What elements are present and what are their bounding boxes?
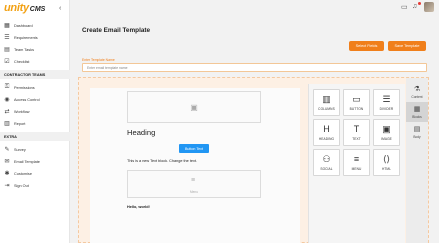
- sidebar-item-workflow[interactable]: ⇄ Workflow: [0, 106, 70, 117]
- sidebar-item-team-tasks[interactable]: ▤ Team Tasks: [0, 44, 70, 55]
- app-logo[interactable]: unity CMS: [4, 2, 45, 16]
- block-label: TEXT: [352, 137, 361, 141]
- section-extra: EXTRA: [0, 132, 70, 141]
- social-icon: ⚇: [322, 154, 331, 164]
- section-title: CONTRACTOR TEAMS: [4, 72, 46, 77]
- email-heading[interactable]: Heading: [127, 128, 155, 137]
- sidebar-item-sign-out[interactable]: ⇥ Sign Out: [0, 180, 70, 191]
- sidebar-item-customise[interactable]: ✱ Customise: [0, 168, 70, 179]
- body-icon: ▤: [413, 126, 421, 133]
- block-heading[interactable]: H HEADING: [313, 119, 340, 146]
- sidebar-item-label: Team Tasks: [14, 47, 34, 52]
- checklist-icon: ☑: [4, 59, 10, 65]
- email-button[interactable]: Button Text: [179, 144, 209, 153]
- block-label: MENU: [351, 167, 362, 171]
- tab-label: Content: [411, 95, 423, 99]
- content-icon: ⚗: [413, 86, 421, 93]
- logo-suffix: CMS: [29, 6, 46, 13]
- block-columns[interactable]: ▥ COLUMNS: [313, 89, 340, 116]
- blocks-icon: ▦: [413, 106, 421, 113]
- sidebar-item-label: Permissions: [14, 85, 35, 90]
- sidebar-item-label: Access Control: [14, 97, 40, 102]
- tab-blocks[interactable]: ▦ Blocks: [406, 102, 428, 122]
- tasks-icon: ▤: [4, 47, 10, 53]
- page-title: Create Email Template: [82, 27, 151, 34]
- sidebar-item-label: Dashboard: [14, 23, 33, 28]
- logo-main: unity: [4, 2, 29, 14]
- block-menu[interactable]: ≡ MENU: [343, 149, 370, 176]
- tab-label: Blocks: [412, 115, 422, 119]
- select-fields-button[interactable]: Select Fields: [349, 41, 384, 51]
- template-name-label: Enter Template Name: [82, 58, 115, 62]
- image-icon: ▣: [190, 102, 198, 112]
- access-control-icon: ◉: [4, 97, 10, 103]
- image-placeholder[interactable]: ▣: [127, 91, 261, 123]
- sidebar-item-access-control[interactable]: ◉ Access Control: [0, 94, 70, 105]
- sidebar: unity CMS ‹ ▦ Dashboard ☰ Requirements ▤…: [0, 0, 70, 243]
- sidebar-item-label: Customise: [14, 171, 32, 176]
- sidebar-item-label: Workflow: [14, 109, 30, 114]
- block-label: SOCIAL: [320, 167, 333, 171]
- sidebar-item-label: Checklist: [14, 59, 30, 64]
- block-label: IMAGE: [381, 137, 392, 141]
- block-image[interactable]: ▣ IMAGE: [373, 119, 400, 146]
- save-template-button[interactable]: Save Template: [388, 41, 426, 51]
- sidebar-item-email-template[interactable]: ✉ Email Template: [0, 156, 70, 167]
- image-icon: ▣: [382, 124, 391, 134]
- block-label: HTML: [381, 167, 392, 171]
- message-icon[interactable]: ▭: [401, 3, 408, 11]
- html-icon: ⟨⟩: [382, 154, 391, 164]
- template-name-input[interactable]: Enter email template name: [82, 63, 427, 72]
- sidebar-item-label: Report: [14, 121, 26, 126]
- block-social[interactable]: ⚇ SOCIAL: [313, 149, 340, 176]
- avatar[interactable]: [424, 2, 434, 12]
- sidebar-item-report[interactable]: ▥ Report: [0, 118, 70, 129]
- block-label: HEADING: [318, 137, 335, 141]
- email-hello-text[interactable]: Hello, world!: [127, 205, 150, 209]
- tab-body[interactable]: ▤ Body: [406, 122, 428, 142]
- tab-label: Body: [413, 135, 421, 139]
- requirements-icon: ☰: [4, 35, 10, 41]
- sidebar-item-label: Sign Out: [14, 183, 29, 188]
- customise-icon: ✱: [4, 171, 10, 177]
- heading-icon: H: [323, 124, 330, 134]
- block-divider[interactable]: ☰ DIVIDER: [373, 89, 400, 116]
- email-icon: ✉: [4, 159, 10, 165]
- dashboard-icon: ▦: [4, 23, 10, 29]
- permissions-icon: ⚿: [4, 84, 10, 90]
- menu-icon: ≡: [353, 154, 360, 164]
- divider-icon: ☰: [382, 94, 391, 104]
- sidebar-item-dashboard[interactable]: ▦ Dashboard: [0, 20, 70, 31]
- sidebar-item-survey[interactable]: ✎ Survey: [0, 144, 70, 155]
- block-label: BUTTON: [349, 107, 364, 111]
- section-contractor-teams: CONTRACTOR TEAMS: [0, 70, 70, 79]
- sidebar-item-requirements[interactable]: ☰ Requirements: [0, 32, 70, 43]
- sign-out-icon: ⇥: [4, 183, 10, 189]
- notification-badge: [418, 2, 421, 5]
- block-label: DIVIDER: [379, 107, 394, 111]
- block-text[interactable]: T TEXT: [343, 119, 370, 146]
- sidebar-item-label: Survey: [14, 147, 26, 152]
- report-icon: ▥: [4, 121, 10, 127]
- workflow-icon: ⇄: [4, 109, 10, 115]
- sidebar-item-checklist[interactable]: ☑ Checklist: [0, 56, 70, 67]
- button-icon: ▭: [352, 94, 361, 104]
- block-label: COLUMNS: [318, 107, 335, 111]
- section-title: EXTRA: [4, 134, 17, 139]
- email-text-block[interactable]: This is a new Text block. Change the tex…: [127, 159, 197, 163]
- menu-icon: ≡: [191, 177, 196, 184]
- menu-placeholder[interactable]: ≡ Menu: [127, 170, 261, 198]
- sidebar-item-permissions[interactable]: ⚿ Permissions: [0, 82, 70, 93]
- survey-icon: ✎: [4, 147, 10, 153]
- text-icon: T: [353, 124, 360, 134]
- collapse-sidebar-icon[interactable]: ‹: [59, 5, 61, 12]
- menu-label: Menu: [190, 190, 198, 194]
- sidebar-item-label: Email Template: [14, 159, 40, 164]
- block-button[interactable]: ▭ BUTTON: [343, 89, 370, 116]
- tab-content[interactable]: ⚗ Content: [406, 82, 428, 102]
- notification-bell-icon[interactable]: ♫: [412, 3, 417, 10]
- sidebar-item-label: Requirements: [14, 35, 38, 40]
- block-html[interactable]: ⟨⟩ HTML: [373, 149, 400, 176]
- columns-icon: ▥: [322, 94, 331, 104]
